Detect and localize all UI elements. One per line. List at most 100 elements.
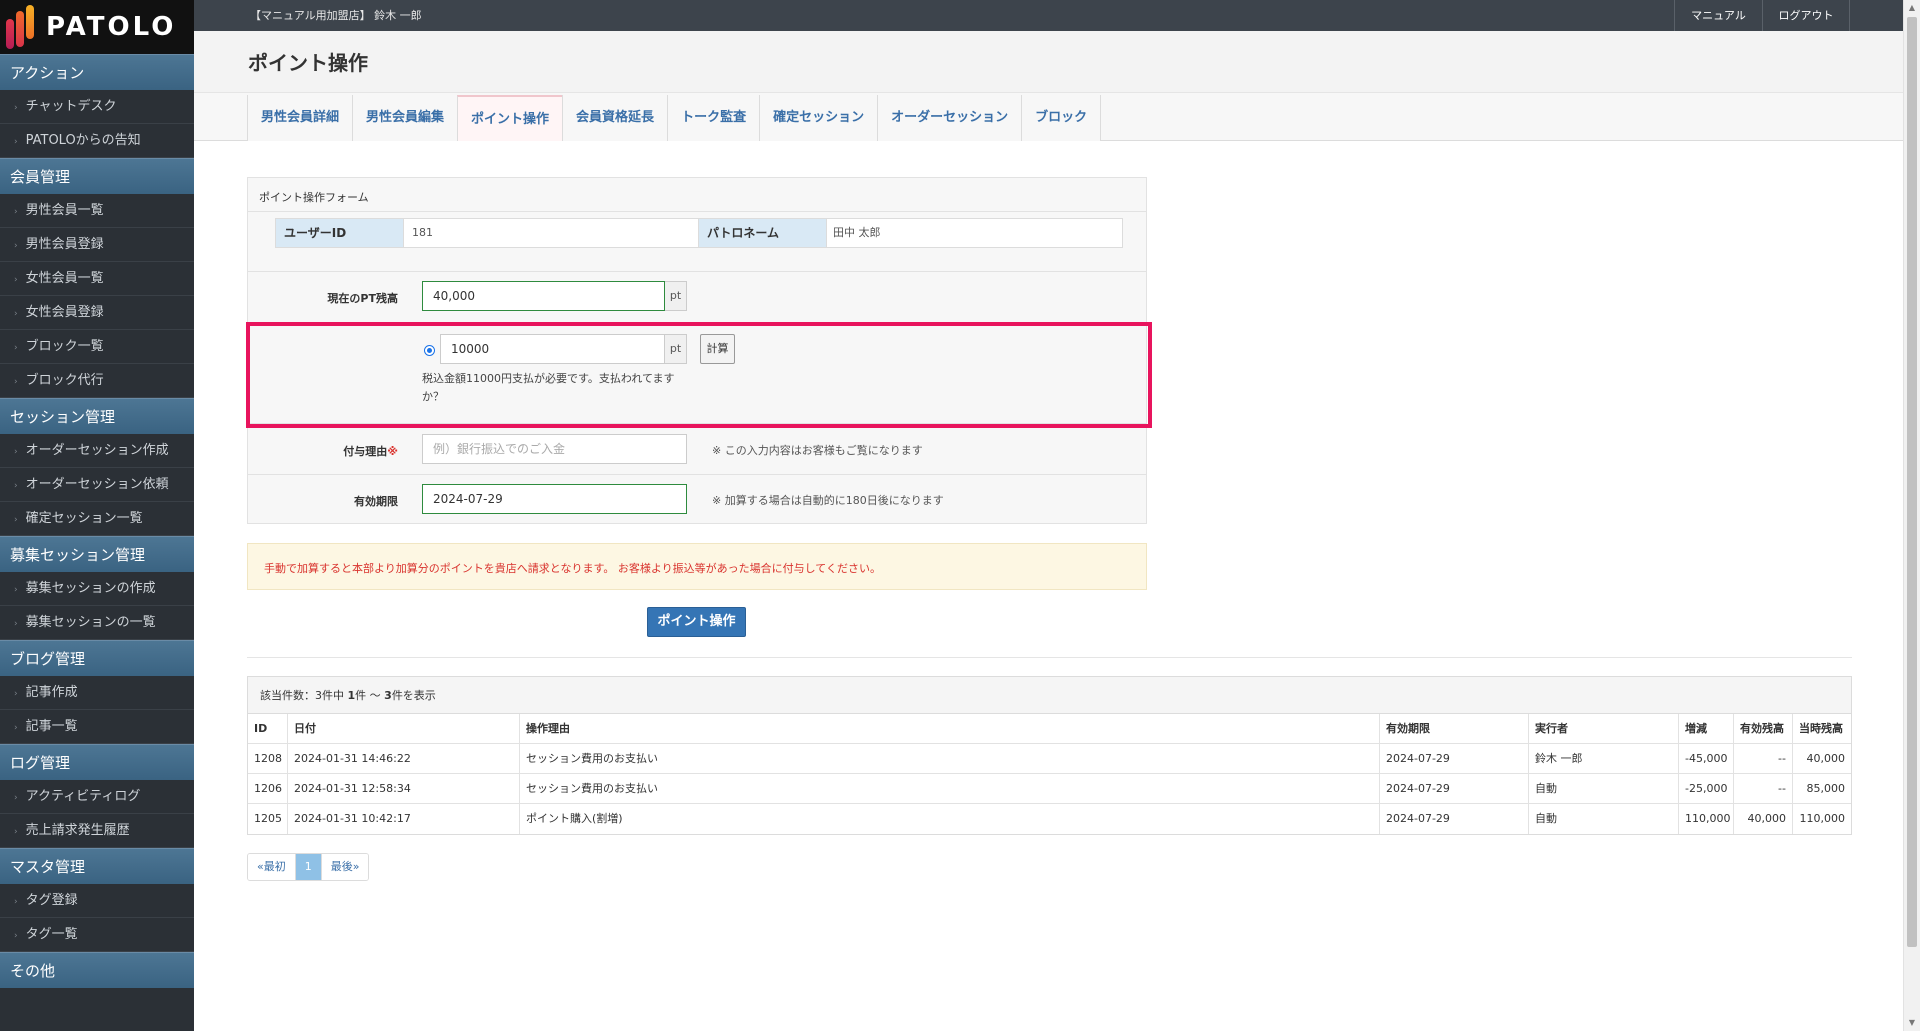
nav-item-female-list[interactable]: › 女性会員一覧 [0,262,194,296]
bullet-icon: › [14,447,18,457]
expiry-hint: ※ 加算する場合は自動的に180日後になります [712,494,944,507]
nav-item-block-list[interactable]: › ブロック一覧 [0,330,194,364]
col-effective-balance: 有効残高 [1734,714,1793,743]
reason-hint: ※ この入力内容はお客様もご覧になります [712,444,923,457]
warning-box: 手動で加算すると本部より加算分のポイントを貴店へ請求となります。 お客様より振込… [247,543,1147,590]
nav-item-confirmed-sessions[interactable]: › 確定セッション一覧 [0,502,194,536]
bullet-icon: › [14,931,18,941]
page-header: ポイント操作 [194,31,1903,93]
table-row: 1206 2024-01-31 12:58:34 セッション費用のお支払い 20… [248,774,1851,804]
tab-order-session[interactable]: オーダーセッション [877,95,1022,141]
nav-section-sessions: セッション管理 [0,398,194,434]
nav-item-recruit-list[interactable]: › 募集セッションの一覧 [0,606,194,640]
user-id-label: ユーザーID [276,219,403,247]
nav-section-other: その他 [0,952,194,988]
bullet-icon: › [14,689,18,699]
point-history-table: 該当件数：3件中 1件 ～ 3件を表示 ID 日付 操作理由 有効期限 実行者 … [247,676,1852,835]
scroll-up-icon[interactable]: ▲ [1904,0,1920,16]
nav-item-activity-log[interactable]: › アクティビティログ [0,780,194,814]
col-executor: 実行者 [1529,714,1679,743]
col-id: ID [248,714,288,743]
bullet-icon: › [14,515,18,525]
nav-section-members: 会員管理 [0,158,194,194]
tab-confirmed-session[interactable]: 確定セッション [759,95,878,141]
table-row: 1208 2024-01-31 14:46:22 セッション費用のお支払い 20… [248,744,1851,774]
scrollbar-thumb[interactable] [1907,17,1917,947]
patolo-logo-icon [6,5,36,49]
bullet-icon: › [14,137,18,147]
bullet-icon: › [14,619,18,629]
nav-item-order-session-create[interactable]: › オーダーセッション作成 [0,434,194,468]
bullet-icon: › [14,585,18,595]
expiry-field[interactable]: 2024-07-29 [422,484,687,514]
current-user: 【マニュアル用加盟店】 鈴木 一郎 [250,9,422,22]
tab-membership-extension[interactable]: 会員資格延長 [562,95,668,141]
manual-button[interactable]: マニュアル [1674,0,1762,31]
patron-name-value: 田中 太郎 [826,219,1122,247]
nav-item-male-list[interactable]: › 男性会員一覧 [0,194,194,228]
tab-talk-audit[interactable]: トーク監査 [667,95,760,141]
result-count: 該当件数：3件中 1件 ～ 3件を表示 [248,677,1851,714]
bullet-icon: › [14,481,18,491]
balance-field[interactable]: 40,000 [422,281,665,311]
tab-male-detail[interactable]: 男性会員詳細 [247,95,353,141]
nav-item-female-register[interactable]: › 女性会員登録 [0,296,194,330]
highlight-annotation [246,322,1152,428]
main-content: ポイント操作 男性会員詳細 男性会員編集 ポイント操作 会員資格延長 トーク監査… [194,31,1903,1031]
scroll-down-icon[interactable]: ▼ [1904,1015,1920,1031]
nav-section-blog: ブログ管理 [0,640,194,676]
nav-item-male-register[interactable]: › 男性会員登録 [0,228,194,262]
page-scrollbar[interactable]: ▲ ▼ [1903,0,1920,1031]
nav-section-recruit-sessions: 募集セッション管理 [0,536,194,572]
bullet-icon: › [14,793,18,803]
page-title: ポイント操作 [248,51,368,75]
tabs-bar: 男性会員詳細 男性会員編集 ポイント操作 会員資格延長 トーク監査 確定セッショ… [194,93,1903,141]
nav-item-tag-register[interactable]: › タグ登録 [0,884,194,918]
nav-item-article-create[interactable]: › 記事作成 [0,676,194,710]
reason-input[interactable]: 例）銀行振込でのご入金 [422,434,687,464]
col-balance-at-time: 当時残高 [1799,722,1843,735]
tab-male-edit[interactable]: 男性会員編集 [352,95,458,141]
pager-last-button[interactable]: 最後» [321,854,369,880]
divider [248,271,1146,272]
col-date: 日付 [288,714,520,743]
tab-point-operation[interactable]: ポイント操作 [457,95,563,141]
table-header: ID 日付 操作理由 有効期限 実行者 増減 有効残高 当時残高 [248,714,1851,744]
nav-item-announcements[interactable]: › PATOLOからの告知 [0,124,194,158]
balance-unit: pt [665,281,687,311]
pager-page-1[interactable]: 1 [295,854,322,880]
bullet-icon: › [14,343,18,353]
nav-item-recruit-create[interactable]: › 募集セッションの作成 [0,572,194,606]
bullet-icon: › [14,377,18,387]
logo[interactable]: PATOLO [0,0,194,54]
reason-label: 付与理由※ [343,445,398,458]
bullet-icon: › [14,241,18,251]
nav-item-order-session-request[interactable]: › オーダーセッション依頼 [0,468,194,502]
warning-text: 手動で加算すると本部より加算分のポイントを貴店へ請求となります。 お客様より振込… [264,562,881,575]
divider [247,657,1852,658]
bullet-icon: › [14,103,18,113]
nav-section-action: アクション [0,54,194,90]
logout-button[interactable]: ログアウト [1762,0,1850,31]
nav-item-billing-history[interactable]: › 売上請求発生履歴 [0,814,194,848]
nav-item-block-proxy[interactable]: › ブロック代行 [0,364,194,398]
nav-item-article-list[interactable]: › 記事一覧 [0,710,194,744]
col-reason: 操作理由 [520,714,1380,743]
nav-section-master: マスタ管理 [0,848,194,884]
nav-item-tag-list[interactable]: › タグ一覧 [0,918,194,952]
patron-name-label: パトロネーム [699,219,826,247]
nav-section-logs: ログ管理 [0,744,194,780]
col-expiry: 有効期限 [1380,714,1529,743]
pager-first-button[interactable]: «最初 [248,854,296,880]
top-bar: 【マニュアル用加盟店】 鈴木 一郎 マニュアル ログアウト [194,0,1903,31]
bullet-icon: › [14,827,18,837]
pagination: «最初 1 最後» [247,853,370,881]
divider [248,474,1146,475]
form-title: ポイント操作フォーム [259,191,369,204]
logo-text: PATOLO [46,12,177,42]
user-info-table: ユーザーID 181 パトロネーム 田中 太郎 [275,218,1123,248]
divider [248,211,1146,212]
tab-block[interactable]: ブロック [1021,95,1102,141]
nav-item-chat-desk[interactable]: › チャットデスク [0,90,194,124]
point-operation-submit-button[interactable]: ポイント操作 [647,607,746,637]
